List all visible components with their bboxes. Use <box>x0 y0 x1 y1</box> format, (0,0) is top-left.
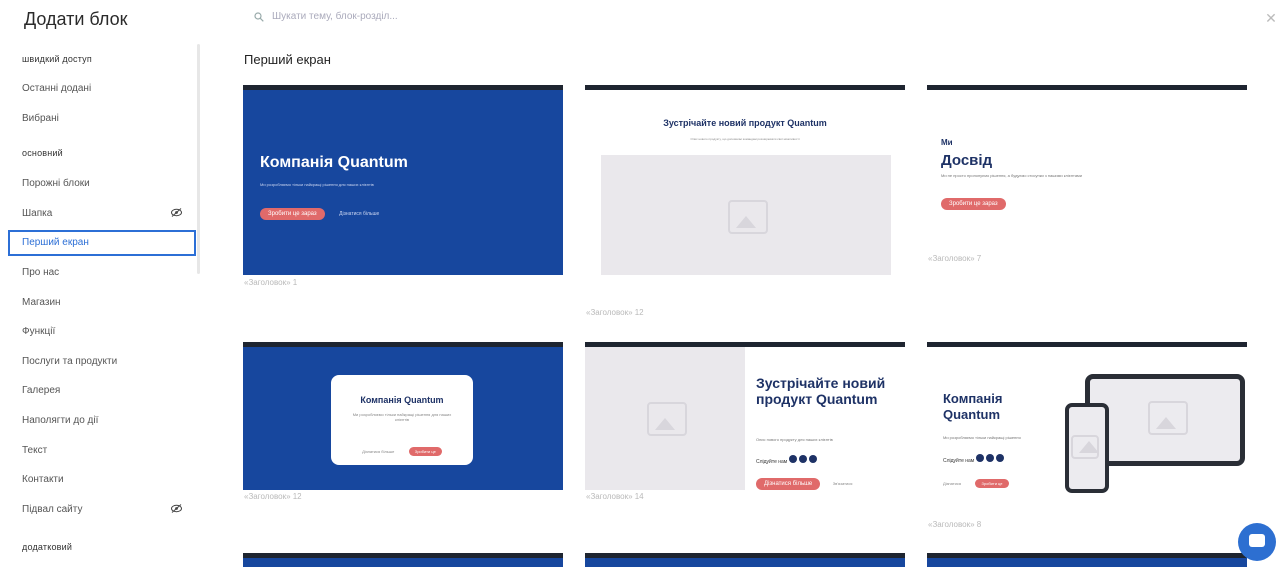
card-button: Зробити це зараз <box>941 198 1006 210</box>
card-link: Дізнатися <box>943 481 962 486</box>
card-button: Зробити це зараз <box>260 208 325 220</box>
card-text: Ми розробляємо тільки найкращі рішення д… <box>260 182 374 187</box>
social-icon <box>995 454 1004 462</box>
sidebar-item-footer[interactable]: Підвал сайту <box>8 497 196 523</box>
social-icon <box>788 455 797 463</box>
card-text: Ми розробляємо тільки найкращі рішення д… <box>352 412 452 422</box>
block-card[interactable] <box>585 549 905 567</box>
sidebar-item-favorites[interactable]: Вибрані <box>8 106 196 132</box>
card-heading: Зустрічайте новий продукт Quantum <box>663 118 827 128</box>
card-button: Дізнатися більше <box>756 478 821 490</box>
card-text: Ми розробляємо тільки найкращі рішення <box>943 435 1021 440</box>
sidebar-item-empty-blocks[interactable]: Порожні блоки <box>8 171 196 197</box>
sidebar-item-features[interactable]: Функції <box>8 319 196 345</box>
block-card[interactable] <box>243 549 563 567</box>
phone-mockup <box>1065 403 1109 493</box>
card-caption: «Заголовок» 1 <box>244 278 298 287</box>
search-box[interactable] <box>254 10 574 23</box>
panel-title: Додати блок <box>24 9 128 29</box>
social-icon <box>985 454 994 462</box>
card-preview <box>927 558 1247 567</box>
eye-off-icon[interactable] <box>171 201 182 227</box>
sidebar-section-main: основний <box>22 148 63 158</box>
sidebar-item-gallery[interactable]: Галерея <box>8 378 196 404</box>
sidebar-item-contacts[interactable]: Контакти <box>8 467 196 493</box>
sidebar-item-recent[interactable]: Останні додані <box>8 76 196 102</box>
sidebar-item-first-screen[interactable]: Перший екран <box>8 230 196 256</box>
card-heading: Досвід <box>941 152 993 169</box>
card-caption: «Заголовок» 14 <box>586 492 644 501</box>
image-icon <box>1148 401 1188 435</box>
block-card[interactable]: Компанія Quantum Ми розробляємо тільки н… <box>243 81 563 275</box>
image-placeholder <box>601 155 891 275</box>
card-text: Ми не просто пропонуємо рішення, а будує… <box>941 173 1083 178</box>
card-preview: Компанія Quantum Ми розробляємо тільки н… <box>927 347 1247 502</box>
sidebar-section-quick: швидкий доступ <box>22 54 92 64</box>
card-caption: «Заголовок» 8 <box>928 520 982 529</box>
social-icon <box>808 455 817 463</box>
sidebar-item-shop[interactable]: Магазин <box>8 290 196 316</box>
card-caption: «Заголовок» 12 <box>244 492 302 501</box>
sidebar-scrollbar[interactable] <box>197 44 200 274</box>
card-link: Дізнатися більше <box>339 211 380 217</box>
chat-support-button[interactable] <box>1238 523 1276 561</box>
block-card[interactable]: Зустрічайте новий продукт Quantum Опис н… <box>585 338 905 490</box>
block-card[interactable]: Ми Досвід Ми не просто пропонуємо рішенн… <box>927 81 1247 275</box>
search-input[interactable] <box>270 10 574 23</box>
follow-label: Слідуйте нам <box>943 458 975 464</box>
card-text: Опис нового продукту для наших клієнтів <box>756 437 833 442</box>
block-card[interactable]: Компанія Quantum Ми розробляємо тільки н… <box>243 338 563 490</box>
sidebar-item-about[interactable]: Про нас <box>8 260 196 286</box>
block-card[interactable]: Компанія Quantum Ми розробляємо тільки н… <box>927 338 1247 502</box>
card-preview <box>243 558 563 567</box>
social-icon <box>975 454 984 462</box>
card-preview: Ми Досвід Ми не просто пропонуємо рішенн… <box>927 90 1247 275</box>
card-link: Дізнатися більше <box>362 449 395 454</box>
tablet-mockup <box>1085 374 1245 466</box>
image-icon <box>1071 435 1099 459</box>
follow-label: Слідуйте нам <box>756 459 788 465</box>
card-preview: Компанія Quantum Ми розробляємо тільки н… <box>243 347 563 490</box>
card-heading: Компанія Quantum <box>260 154 408 171</box>
card-preview: Зустрічайте новий продукт Quantum Опис н… <box>585 90 905 275</box>
card-link: Зв'язатися <box>832 481 853 486</box>
card-heading: Зустрічайте новий продукт Quantum <box>756 375 886 407</box>
card-heading: Компанія Quantum <box>943 391 1003 422</box>
social-icon <box>798 455 807 463</box>
sidebar-item-cta[interactable]: Наполягти до дії <box>8 408 196 434</box>
close-icon[interactable]: ✕ <box>1263 10 1279 26</box>
eye-off-icon[interactable] <box>171 497 182 523</box>
card-button: Зробити це <box>975 479 1009 488</box>
sidebar-section-extra: додатковий <box>22 542 73 552</box>
sidebar-item-header[interactable]: Шапка <box>8 201 196 227</box>
block-card[interactable]: Зустрічайте новий продукт Quantum Опис н… <box>585 81 905 275</box>
search-icon <box>254 11 264 22</box>
card-button: Зробити це <box>408 447 442 456</box>
image-icon <box>647 402 687 436</box>
card-preview <box>585 558 905 567</box>
card-text: Опис нового продукту, що допомагає коман… <box>690 137 800 141</box>
section-title: Перший екран <box>244 52 331 67</box>
sidebar: швидкий доступ Останні додані Вибрані ос… <box>0 40 200 567</box>
card-heading-small: Ми <box>941 138 953 147</box>
block-card[interactable] <box>927 549 1247 567</box>
card-caption: «Заголовок» 12 <box>586 308 644 317</box>
card-preview: Зустрічайте новий продукт Quantum Опис н… <box>585 347 905 490</box>
sidebar-item-services[interactable]: Послуги та продукти <box>8 349 196 375</box>
image-placeholder <box>585 347 745 490</box>
card-heading: Компанія Quantum <box>360 395 444 405</box>
image-icon <box>728 200 768 234</box>
sidebar-item-text[interactable]: Текст <box>8 438 196 464</box>
card-caption: «Заголовок» 7 <box>928 254 982 263</box>
card-preview: Компанія Quantum Ми розробляємо тільки н… <box>243 90 563 275</box>
